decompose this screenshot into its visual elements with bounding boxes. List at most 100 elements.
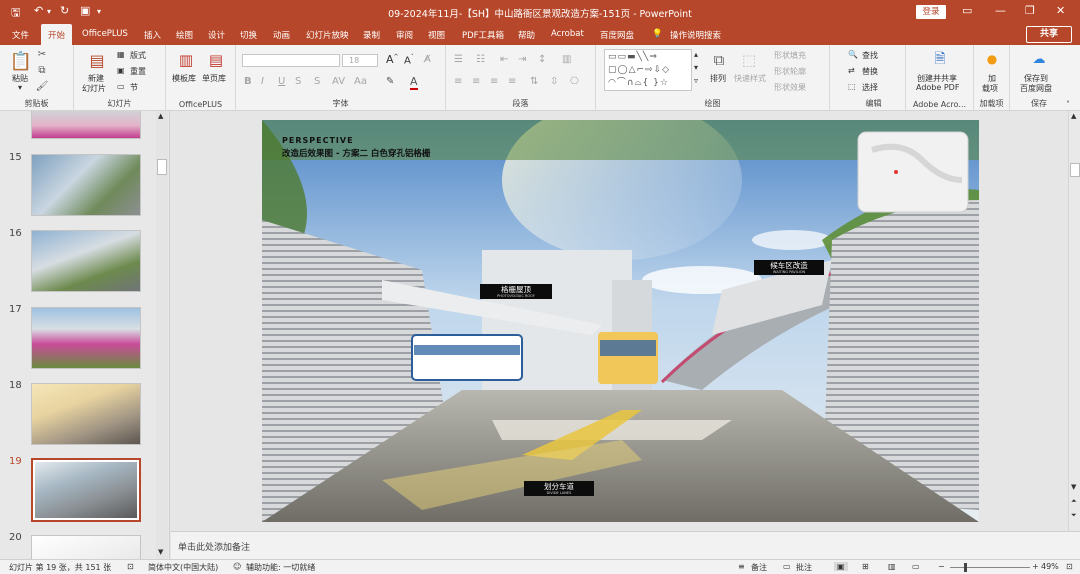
highlight-icon[interactable]: ✎ [386,76,394,87]
next-slide-icon[interactable]: ⏷ [1071,511,1077,520]
shadow-icon[interactable]: S [314,76,320,87]
slide-scroll-up-icon[interactable]: ▲ [1071,112,1076,120]
shapes-more-icon[interactable]: ▿ [694,76,698,85]
shapes-gallery[interactable]: ▭▭▬╲╲⇒ ▢◯△⌐⇨⇩◇ ◠⌒∩⌓{ }☆ [604,49,692,91]
template-library-button[interactable]: 模板库 [172,73,196,84]
char-spacing-icon[interactable]: AV [332,76,345,87]
reading-view-icon[interactable]: ▥ [888,562,896,571]
create-pdf-icon[interactable]: 🗎 [930,50,950,70]
arrange-button[interactable]: 排列 [710,73,726,84]
accessibility-status[interactable]: 辅助功能: 一切就绪 [246,562,315,573]
minimize-icon[interactable]: — [995,4,1006,17]
zoom-slider-thumb[interactable] [964,563,967,572]
columns-icon[interactable]: ▥ [562,54,571,65]
copy-icon[interactable]: ⧉ [36,64,48,76]
scroll-down-icon[interactable]: ▼ [158,548,163,556]
notes-placeholder[interactable]: 单击此处添加备注 [178,540,250,553]
collapse-ribbon-icon[interactable]: ˄ [1066,100,1070,109]
quick-styles-button[interactable]: 快速样式 [734,73,766,84]
find-button[interactable]: 查找 [862,50,878,61]
increase-indent-icon[interactable]: ⇥ [518,54,526,65]
slide-thumbnail[interactable] [31,307,141,369]
tab-animations[interactable]: 动画 [273,29,290,41]
underline-button[interactable]: U [278,76,285,87]
tab-draw[interactable]: 绘图 [176,29,193,41]
shapes-scroll-up-icon[interactable]: ▴ [694,50,698,59]
strikethrough-button[interactable]: S [295,76,301,87]
slide-thumbnail-14-partial[interactable] [31,111,141,139]
justify-icon[interactable]: ≡ [508,76,516,87]
decrease-indent-icon[interactable]: ⇤ [500,54,508,65]
template-library-icon[interactable]: ▥ [176,50,196,70]
normal-view-icon[interactable]: ▣ [834,562,848,571]
numbering-icon[interactable]: ☷ [476,54,485,65]
cut-icon[interactable]: ✂ [36,48,48,60]
section-icon[interactable]: ▭ [117,82,125,91]
tab-insert[interactable]: 插入 [144,29,161,41]
tab-help[interactable]: 帮助 [518,29,535,41]
tab-officeplus[interactable]: OfficePLUS [82,29,128,39]
tell-me-search[interactable]: 操作说明搜索 [670,29,721,41]
select-button[interactable]: 选择 [862,82,878,93]
line-spacing-icon[interactable]: ↕ [538,54,546,65]
layout-icon[interactable]: ▦ [117,50,125,59]
tab-design[interactable]: 设计 [208,29,225,41]
tab-baidu-netdisk[interactable]: 百度网盘 [600,29,634,41]
decrease-font-icon[interactable]: Aˇ [404,54,414,66]
paste-dropdown-icon[interactable]: ▾ [18,83,22,92]
align-center-icon[interactable]: ≡ [472,76,480,87]
replace-button[interactable]: 替换 [862,66,878,77]
align-right-icon[interactable]: ≡ [490,76,498,87]
language-indicator[interactable]: 简体中文(中国大陆) [148,562,218,573]
previous-slide-icon[interactable]: ⏶ [1071,497,1077,506]
new-slide-label-2[interactable]: 幻灯片 [82,83,106,94]
smartart-icon[interactable]: ⎔ [570,76,579,87]
thumbnail-scroll-thumb[interactable] [157,159,167,175]
thumbnail-scrollbar[interactable]: ▲ ▼ [156,111,168,559]
scroll-up-icon[interactable]: ▲ [158,112,163,120]
slideshow-view-icon[interactable]: ▭ [912,562,920,571]
slide-thumbnail[interactable] [31,535,141,559]
shape-fill-button[interactable]: 形状填充 [774,50,806,61]
ribbon-display-icon[interactable]: ▭ [962,4,972,17]
paste-icon[interactable]: 📋 [10,49,32,73]
slide-thumbnail[interactable] [31,154,141,216]
close-icon[interactable]: ✕ [1056,4,1065,17]
align-text-icon[interactable]: ⇳ [550,76,558,87]
format-painter-icon[interactable]: 🖌 [36,80,49,92]
zoom-slider[interactable] [950,567,1030,568]
shape-effect-button[interactable]: 形状效果 [774,82,806,93]
slide-scroll-down-icon[interactable]: ▼ [1071,483,1076,491]
replace-icon[interactable]: ⇄ [848,66,855,75]
shapes-scroll-down-icon[interactable]: ▾ [694,63,698,72]
tab-view[interactable]: 视图 [428,29,445,41]
font-name-field[interactable] [242,54,340,67]
change-case-icon[interactable]: Aa [354,76,367,87]
comments-icon[interactable]: ▭ [783,562,791,571]
select-icon[interactable]: ⬚ [848,82,856,91]
maximize-icon[interactable]: ❐ [1025,4,1035,17]
create-share-label-2[interactable]: Adobe PDF [916,83,959,92]
quick-styles-icon[interactable]: ⬚ [738,50,760,70]
slide-canvas[interactable]: PERSPECTIVE 改造后效果图 - 方案二 白色穿孔铝格栅 格栅屋顶 PH… [262,120,979,522]
login-button[interactable]: 登录 [916,5,946,19]
arrange-icon[interactable]: ⧉ [708,50,730,70]
reset-icon[interactable]: ▣ [117,66,125,75]
slide-scrollbar[interactable]: ▲ ▼ ⏶ ⏷ [1068,111,1080,531]
font-color-icon[interactable]: A [410,75,418,90]
fit-to-window-icon[interactable]: ⊡ [1066,562,1073,571]
tab-home[interactable]: 开始 [41,24,73,45]
slide-thumbnail[interactable] [31,383,141,445]
baidu-cloud-icon[interactable]: ☁ [1028,50,1050,68]
slide-scroll-thumb[interactable] [1070,163,1080,177]
tab-record[interactable]: 录制 [363,29,380,41]
single-page-library-button[interactable]: 单页库 [202,73,226,84]
increase-font-icon[interactable]: A^ [386,53,399,66]
notes-toggle-button[interactable]: 备注 [751,562,767,573]
addins-icon[interactable]: ● [982,51,1002,67]
comments-button[interactable]: 批注 [796,562,812,573]
zoom-level[interactable]: 49% [1041,562,1059,571]
addins-label-2[interactable]: 载项 [982,83,998,94]
slide-thumbnail[interactable] [31,230,141,292]
zoom-in-icon[interactable]: + [1032,562,1039,571]
